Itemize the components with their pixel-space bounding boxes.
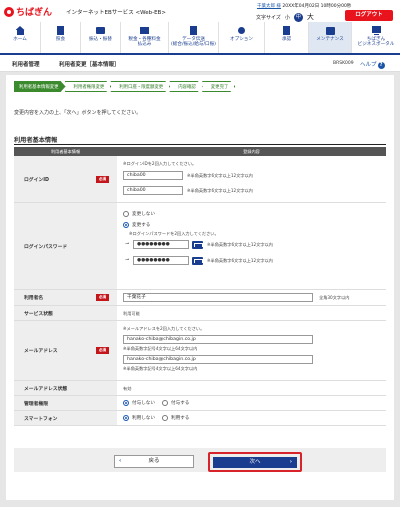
instruction-message: 変更内容を入力の上、「次へ」ボタンを押してください。 <box>14 110 142 116</box>
tax-payment-icon <box>139 26 150 35</box>
software-keyboard-icon[interactable] <box>192 241 203 249</box>
nav-transfer[interactable]: 振込・振替 <box>81 22 121 53</box>
help-icon: ? <box>377 62 385 69</box>
step-2: 利用者権限変更 <box>65 81 112 92</box>
password-change-radio[interactable]: 変更する <box>123 222 150 228</box>
login-id-confirm-input[interactable]: chiba00 <box>123 186 183 195</box>
main-content: 利用者基本情報変更 利用者権限変更 利用口座・限度額変更 内容確認 変更完了 変… <box>6 75 394 500</box>
step-1: 利用者基本情報変更 <box>14 81 66 92</box>
smartphone-off-radio[interactable]: 利用しない <box>123 415 155 421</box>
row-user-name: 利用者名 必須 千葉花子 全角30文字以内 <box>14 290 386 306</box>
key-icon: ⊸ <box>125 257 130 263</box>
font-small-button[interactable]: 小 <box>285 14 290 21</box>
admin-off-radio[interactable]: 付与しない <box>123 400 155 406</box>
approval-icon <box>281 26 292 35</box>
user-info-table: 利用者基本情報 登録内容 ログインID 必須 ※ログインIDを2回入力してください… <box>14 147 386 426</box>
home-icon <box>15 26 26 35</box>
nav-business-portal[interactable]: ちばぎん ビジネスポータル <box>352 22 400 53</box>
user-name-link[interactable]: 千葉太郎 様 <box>257 4 281 9</box>
row-admin-rights: 管理者権限 付与しない 付与する <box>14 396 386 411</box>
step-3: 利用口座・限度額変更 <box>110 81 170 92</box>
page-title: 利用者変更［基本情報］ <box>59 62 120 68</box>
inquiry-icon <box>55 26 66 35</box>
row-login-id: ログインID 必須 ※ログインIDを2回入力してください。 chiba00 ※半角… <box>14 156 386 203</box>
screen-id: BRSK009 <box>333 61 354 66</box>
option-icon <box>236 26 247 35</box>
chevron-left-icon: ‹ <box>119 458 122 464</box>
next-button[interactable]: 次へ › <box>213 457 297 468</box>
service-name: インターネットEBサービス <Web-EB> <box>66 10 166 16</box>
title-bar: 利用者管理 利用者変更［基本情報］ BRSK009 ヘルプ? <box>0 55 400 72</box>
chevron-right-icon: › <box>289 459 292 465</box>
section-divider <box>14 144 386 145</box>
global-nav: ホーム 照会 振込・振替 税金・各種料金 払込み データ伝送 (総合/振込/給与… <box>0 22 400 55</box>
nav-home[interactable]: ホーム <box>0 22 41 53</box>
email-confirm-input[interactable]: hanako-chiba@chibagin.co.jp <box>123 355 313 364</box>
button-area: ‹ 戻る 次へ › <box>14 448 386 472</box>
section-title: 利用者基本情報 <box>14 137 58 144</box>
nav-tax-payment[interactable]: 税金・各種料金 払込み <box>121 22 169 53</box>
step-indicator: 利用者基本情報変更 利用者権限変更 利用口座・限度額変更 内容確認 変更完了 <box>14 81 234 92</box>
portal-icon <box>371 26 382 35</box>
password-input[interactable]: ●●●●●●●● <box>133 240 189 249</box>
nav-inquiry[interactable]: 照会 <box>41 22 81 53</box>
last-login: 20XX年04月02日 10時00分00秒 <box>282 4 352 9</box>
row-service-status: サービス状態 利用可能 <box>14 306 386 321</box>
maintenance-icon <box>325 26 336 35</box>
step-4: 内容確認 <box>169 81 203 92</box>
login-id-input[interactable]: chiba00 <box>123 171 183 180</box>
required-badge: 必須 <box>96 175 109 183</box>
user-info: 千葉太郎 様 20XX年04月02日 10時00分00秒 <box>257 3 351 9</box>
row-email-status: メールアドレス状態 有効 <box>14 381 386 396</box>
font-size-switcher: 文字サイズ 小 中 大 <box>256 12 314 22</box>
font-medium-button[interactable]: 中 <box>293 12 303 22</box>
logo-mark-icon <box>4 6 14 17</box>
user-name-input[interactable]: 千葉花子 <box>123 293 313 302</box>
row-email: メールアドレス 必須 ※メールアドレスを2回入力してください。 hanako-ch… <box>14 321 386 381</box>
font-large-button[interactable]: 大 <box>307 12 314 22</box>
nav-approval[interactable]: 承認 <box>265 22 309 53</box>
font-size-label: 文字サイズ <box>256 14 281 21</box>
nav-data-transfer[interactable]: データ伝送 (総合/振込/給与/口振) <box>169 22 219 53</box>
password-keep-radio[interactable]: 変更しない <box>123 211 155 217</box>
transfer-icon <box>95 26 106 35</box>
smartphone-on-radio[interactable]: 利用する <box>162 415 189 421</box>
nav-option[interactable]: オプション <box>219 22 265 53</box>
section-name: 利用者管理 <box>12 62 40 68</box>
software-keyboard-icon[interactable] <box>192 257 203 265</box>
password-confirm-input[interactable]: ●●●●●●●● <box>133 256 189 265</box>
required-badge: 必須 <box>96 347 109 354</box>
table-header: 利用者基本情報 登録内容 <box>14 147 386 156</box>
logo-text: ちばぎん <box>16 8 53 18</box>
header: ちばぎん インターネットEBサービス <Web-EB> 千葉太郎 様 20XX年… <box>0 0 400 22</box>
back-button[interactable]: ‹ 戻る <box>114 455 194 468</box>
email-input[interactable]: hanako-chiba@chibagin.co.jp <box>123 335 313 344</box>
bank-logo[interactable]: ちばぎん <box>4 5 52 18</box>
required-badge: 必須 <box>96 294 109 301</box>
nav-maintenance[interactable]: メンテナンス <box>309 22 352 53</box>
row-login-password: ログインパスワード 変更しない 変更する ※ログインパスワードを2回入力してくだ… <box>14 203 386 290</box>
next-button-highlight: 次へ › <box>208 452 302 472</box>
help-link[interactable]: ヘルプ? <box>360 60 385 69</box>
step-5: 変更完了 <box>202 81 236 92</box>
logout-button[interactable]: ログアウト <box>345 10 393 21</box>
admin-on-radio[interactable]: 付与する <box>162 400 189 406</box>
row-smartphone: スマートフォン 利用しない 利用する <box>14 411 386 426</box>
key-icon: ⊸ <box>125 241 130 247</box>
data-transfer-icon <box>188 26 199 35</box>
